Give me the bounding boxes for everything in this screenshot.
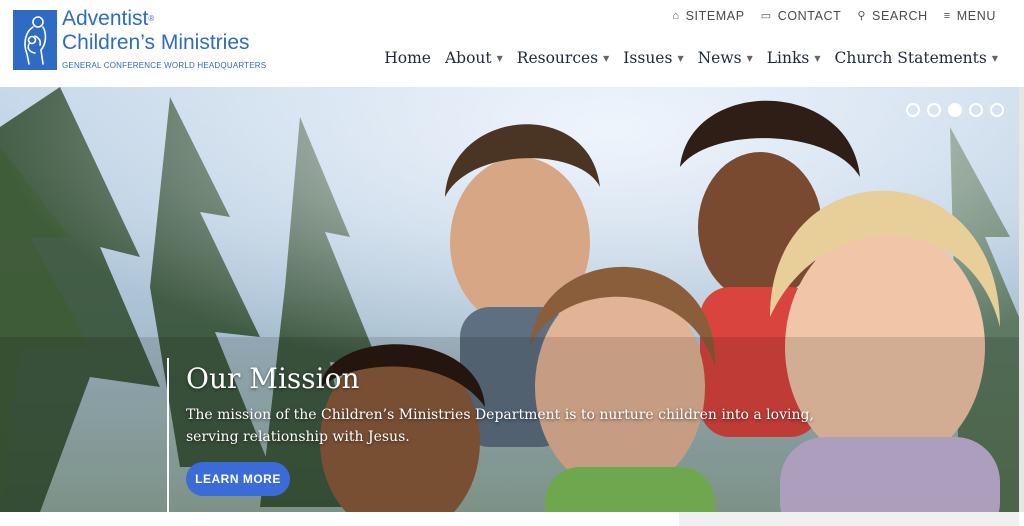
util-contact-label: CONTACT — [777, 9, 842, 23]
chat-icon: ▭ — [760, 9, 772, 22]
chevron-down-icon: ▼ — [814, 53, 821, 63]
caption-divider — [167, 358, 169, 512]
nav-home[interactable]: Home — [384, 49, 431, 67]
hero-title: Our Mission — [186, 362, 360, 395]
search-icon: ⚲ — [857, 9, 867, 22]
util-search-label: SEARCH — [872, 9, 928, 23]
nav-links[interactable]: Links ▼ — [767, 49, 821, 67]
chevron-down-icon: ▼ — [496, 53, 503, 63]
slide-dot-1[interactable] — [906, 103, 920, 117]
site-header: Adventist® Children’s Ministries GENERAL… — [0, 0, 1024, 87]
slide-dot-2[interactable] — [927, 103, 941, 117]
hero-slider — [0, 87, 1019, 512]
nav-about-label: About — [444, 49, 492, 67]
nav-links-label: Links — [766, 49, 810, 67]
nav-issues[interactable]: Issues ▼ — [623, 49, 683, 67]
slider-pagination — [906, 103, 1004, 117]
nav-resources[interactable]: Resources ▼ — [517, 49, 610, 67]
learn-more-button[interactable]: LEARN MORE — [186, 462, 290, 496]
site-title-line2: Children’s Ministries — [62, 31, 250, 54]
slide-dot-5[interactable] — [990, 103, 1004, 117]
hero-image — [0, 87, 1019, 512]
chevron-down-icon: ▼ — [677, 53, 684, 63]
sidebar-panel — [679, 512, 1019, 526]
home-icon: ⌂ — [672, 9, 680, 22]
util-sitemap[interactable]: ⌂ SITEMAP — [672, 9, 744, 23]
hero-text: The mission of the Children’s Ministries… — [186, 407, 814, 445]
nav-about[interactable]: About ▼ — [445, 49, 503, 67]
registered-mark: ® — [148, 14, 155, 23]
nav-church-statements-label: Church Statements — [834, 49, 987, 67]
nav-issues-label: Issues — [623, 49, 673, 67]
nav-church-statements[interactable]: Church Statements ▼ — [834, 49, 998, 67]
logo-icon[interactable] — [13, 10, 57, 70]
main-nav: Home About ▼ Resources ▼ Issues ▼ News ▼… — [384, 49, 998, 67]
nav-news-label: News — [697, 49, 742, 67]
site-subtitle: GENERAL CONFERENCE WORLD HEADQUARTERS — [62, 61, 267, 70]
nav-home-label: Home — [384, 49, 431, 67]
scrollbar[interactable] — [1019, 87, 1024, 512]
util-menu-label: MENU — [956, 9, 996, 23]
util-sitemap-label: SITEMAP — [685, 9, 745, 23]
slide-dot-4[interactable] — [969, 103, 983, 117]
site-title-line1: Adventist — [62, 7, 149, 30]
nav-news[interactable]: News ▼ — [698, 49, 753, 67]
nav-resources-label: Resources — [516, 49, 599, 67]
slide-dot-3[interactable] — [948, 103, 962, 117]
util-menu[interactable]: ≡ MENU — [944, 9, 996, 23]
chevron-down-icon: ▼ — [991, 53, 998, 63]
hamburger-icon: ≡ — [943, 9, 951, 22]
utility-nav: ⌂ SITEMAP ▭ CONTACT ⚲ SEARCH ≡ MENU — [672, 9, 996, 23]
util-contact[interactable]: ▭ CONTACT — [761, 9, 842, 23]
chevron-down-icon: ▼ — [746, 53, 753, 63]
util-search[interactable]: ⚲ SEARCH — [857, 9, 927, 23]
site-title[interactable]: Adventist® Children’s Ministries — [62, 7, 250, 55]
chevron-down-icon: ▼ — [603, 53, 610, 63]
